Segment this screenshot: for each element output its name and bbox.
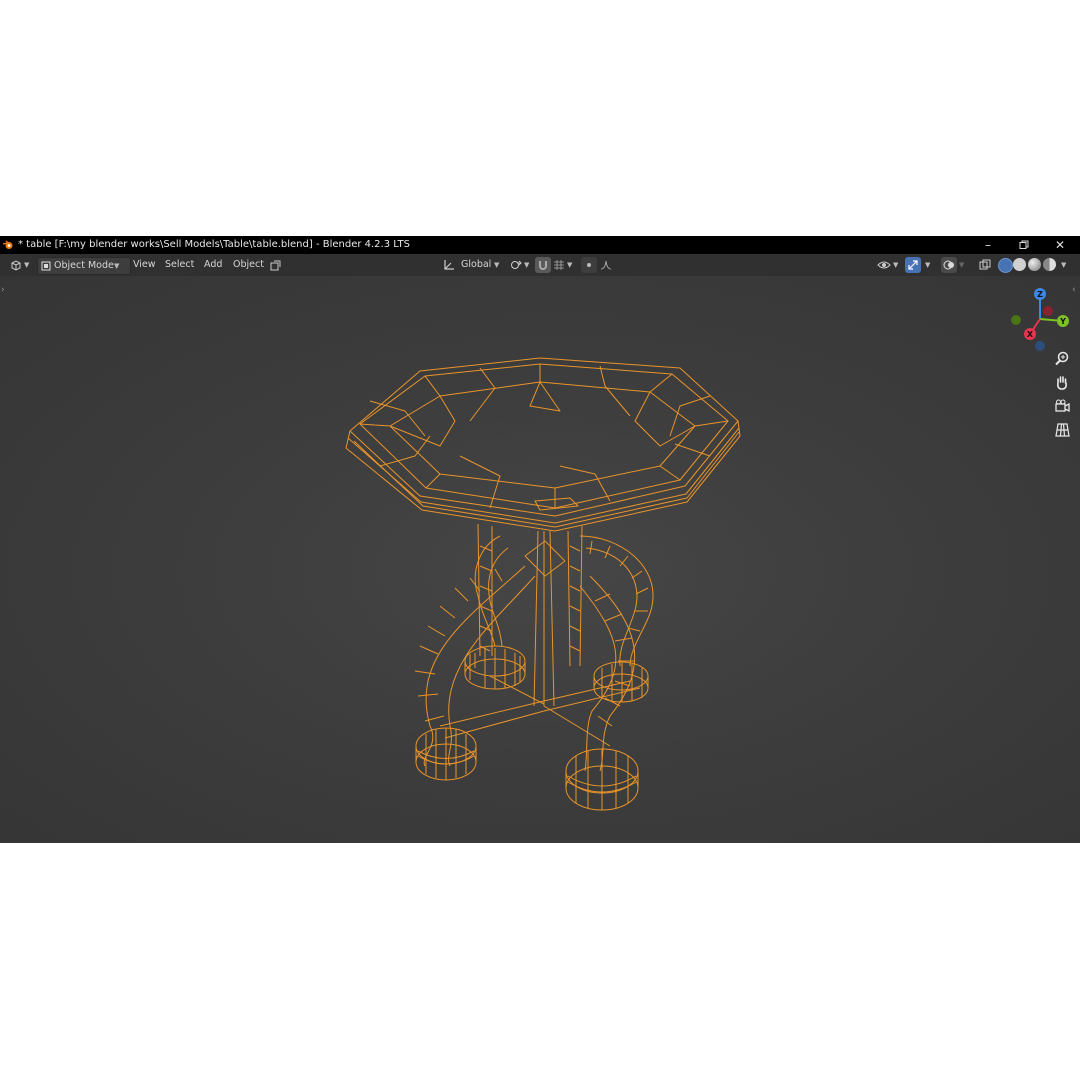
pan-hand-icon[interactable] — [1051, 371, 1073, 393]
navigation-gizmo[interactable]: Z Y X — [1002, 286, 1078, 356]
negative-z-axis-icon[interactable] — [1035, 341, 1045, 351]
z-axis-label: Z — [1037, 290, 1043, 299]
chevron-down-icon[interactable]: ▼ — [567, 257, 572, 273]
viewport-3d-icon[interactable] — [8, 257, 24, 273]
ortho-grid-icon[interactable] — [1051, 419, 1073, 441]
wireframe-shading-icon[interactable] — [998, 258, 1013, 273]
restore-icon[interactable] — [1006, 236, 1042, 254]
minimize-icon[interactable]: – — [970, 236, 1006, 254]
menu-view[interactable]: View — [130, 257, 159, 273]
viewport-header: ▼ Object Mode ▼ View Select Add Object G… — [0, 254, 1080, 276]
toolbar-expand-arrow-icon[interactable]: › — [1, 285, 5, 295]
chevron-down-icon[interactable]: ▼ — [1061, 257, 1066, 273]
blender-window: * table [F:\my blender works\Sell Models… — [0, 236, 1080, 843]
chevron-down-icon[interactable]: ▼ — [893, 257, 898, 273]
x-axis-label: X — [1027, 330, 1034, 339]
3d-viewport[interactable]: › ‹ Z Y X — [0, 276, 1080, 843]
visibility-icon[interactable] — [876, 257, 892, 273]
falloff-icon[interactable] — [598, 257, 614, 273]
negative-y-axis-icon[interactable] — [1011, 315, 1021, 325]
chevron-down-icon[interactable]: ▼ — [494, 257, 499, 273]
menu-select[interactable]: Select — [162, 257, 197, 273]
window-title: * table [F:\my blender works\Sell Models… — [18, 239, 410, 250]
y-axis-label: Y — [1059, 317, 1066, 326]
solid-shading-icon[interactable] — [1013, 258, 1026, 271]
transform-orientation-dropdown[interactable]: Global — [458, 257, 494, 273]
table-feet-wireframe — [415, 645, 649, 811]
gizmo-icon[interactable] — [905, 257, 921, 273]
chevron-down-icon[interactable]: ▼ — [24, 257, 29, 273]
camera-view-icon[interactable] — [1051, 395, 1073, 417]
transform-orientation-icon — [441, 257, 457, 273]
object-mode-icon — [41, 261, 51, 271]
zoom-icon[interactable] — [1051, 347, 1073, 369]
overlay-icon[interactable] — [941, 257, 957, 273]
mode-dropdown[interactable]: Object Mode ▼ — [37, 257, 131, 275]
chevron-down-icon: ▼ — [114, 262, 120, 270]
chevron-down-icon[interactable]: ▼ — [959, 257, 964, 273]
object-data-icon[interactable] — [267, 257, 283, 273]
snap-icon[interactable] — [535, 257, 551, 273]
menu-add[interactable]: Add — [201, 257, 225, 273]
table-top-wireframe — [345, 357, 741, 532]
material-shading-icon[interactable] — [1028, 258, 1041, 271]
negative-x-axis-icon[interactable] — [1043, 306, 1053, 316]
table-wireframe[interactable] — [330, 326, 750, 826]
pivot-icon[interactable] — [508, 257, 524, 273]
snap-target-icon[interactable] — [551, 257, 567, 273]
chevron-down-icon[interactable]: ▼ — [925, 257, 930, 273]
menu-object[interactable]: Object — [230, 257, 267, 273]
blender-logo-icon — [3, 240, 13, 249]
title-bar: * table [F:\my blender works\Sell Models… — [0, 236, 1080, 254]
mode-label: Object Mode — [54, 260, 114, 271]
rendered-shading-icon[interactable] — [1043, 258, 1056, 271]
close-icon[interactable]: ✕ — [1042, 236, 1078, 254]
proportional-edit-icon[interactable] — [581, 257, 597, 273]
table-legs-wireframe — [414, 535, 654, 772]
chevron-down-icon[interactable]: ▼ — [524, 257, 529, 273]
xray-icon[interactable] — [977, 257, 993, 273]
